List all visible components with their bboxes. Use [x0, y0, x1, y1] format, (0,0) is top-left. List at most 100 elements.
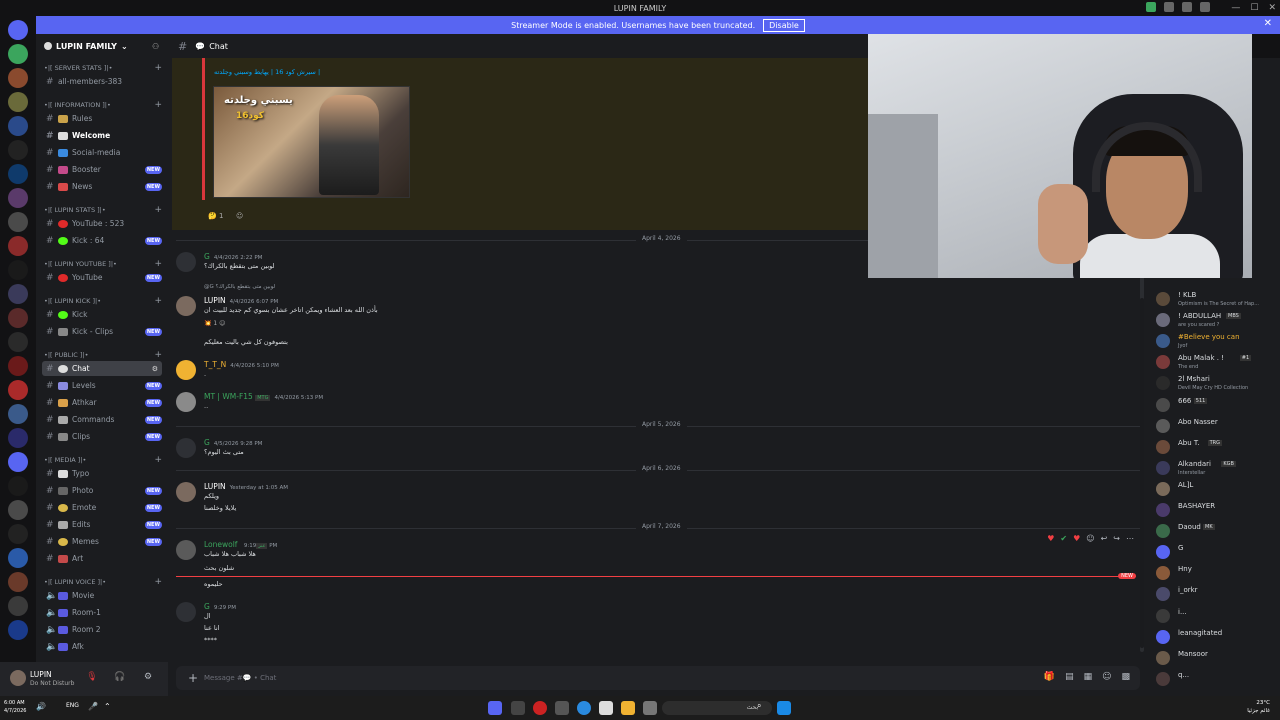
settings-icon[interactable]: ⚙: [142, 672, 154, 684]
disable-streamer-mode-button[interactable]: Disable: [763, 18, 805, 32]
member-item[interactable]: q...: [1156, 670, 1280, 690]
server-icon[interactable]: [8, 428, 28, 448]
reaction-chip[interactable]: 💥 1 ☺: [204, 320, 225, 327]
folder-icon[interactable]: [8, 452, 28, 472]
heart-reaction-icon[interactable]: ♥: [1047, 534, 1054, 543]
mic-icon[interactable]: 🎤: [88, 702, 98, 711]
server-icon[interactable]: [8, 140, 28, 160]
attach-icon[interactable]: +: [188, 671, 198, 685]
mute-icon[interactable]: 🎙: [86, 672, 98, 684]
author-name[interactable]: MT | WM-F15 MTG 4/4/2026 5:13 PM: [204, 392, 323, 401]
channel-photo[interactable]: # Photo NEW: [42, 483, 162, 498]
server-icon[interactable]: [8, 164, 28, 184]
channel-rules[interactable]: # Rules: [42, 111, 162, 126]
language-indicator[interactable]: ENG: [66, 702, 79, 709]
channel-memes[interactable]: # Memes NEW: [42, 534, 162, 549]
download-icon[interactable]: [1182, 2, 1192, 12]
member-item[interactable]: 2l Mshari Devil May Cry HD Collection: [1156, 374, 1280, 394]
headphones-icon[interactable]: 🎧: [114, 672, 126, 684]
member-item[interactable]: i_orkr: [1156, 585, 1280, 605]
file-explorer-icon[interactable]: [621, 701, 635, 715]
voice-channel-room-1[interactable]: 🔈 Room-1: [42, 605, 162, 620]
forward-icon[interactable]: ↪: [1113, 534, 1120, 543]
settings-app-icon[interactable]: [555, 701, 569, 715]
author-name[interactable]: T_T_N 4/4/2026 5:10 PM: [204, 360, 279, 369]
server-header[interactable]: LUPIN FAMILY ⌄ ⚇: [36, 34, 168, 58]
add-channel-icon[interactable]: +: [154, 296, 162, 306]
avatar[interactable]: [176, 602, 196, 622]
chrome-icon[interactable]: [577, 701, 591, 715]
avatar[interactable]: [1156, 334, 1170, 349]
emoji-icon[interactable]: ☺: [1102, 672, 1111, 682]
chevron-up-icon[interactable]: ⌃: [104, 702, 111, 711]
add-channel-icon[interactable]: +: [154, 259, 162, 269]
voice-channel-room-2[interactable]: 🔈 Room 2: [42, 622, 162, 637]
member-item[interactable]: i...: [1156, 607, 1280, 627]
avatar[interactable]: [176, 360, 196, 380]
windows-start-icon[interactable]: [777, 701, 791, 715]
message-input[interactable]: + Message #💬 • Chat 🎁 ▤ ▦ ☺ ▩: [176, 666, 1140, 690]
author-name[interactable]: LUPIN 4/4/2026 6:07 PM: [204, 296, 278, 305]
author-name[interactable]: G 4/5/2026 9:28 PM: [204, 438, 262, 447]
add-reaction-icon[interactable]: ☺: [236, 212, 243, 220]
add-channel-icon[interactable]: +: [154, 350, 162, 360]
author-name[interactable]: G 9:29 PM: [204, 602, 236, 611]
channel-youtube-stats[interactable]: # YouTube : 523: [42, 216, 162, 231]
member-item[interactable]: Daoud MK: [1156, 522, 1280, 542]
avatar[interactable]: [1156, 587, 1170, 602]
taskbar-search[interactable]: بحث: [662, 701, 772, 715]
server-icon[interactable]: [8, 92, 28, 112]
server-icon[interactable]: [8, 404, 28, 424]
avatar[interactable]: [176, 438, 196, 458]
add-reaction-icon[interactable]: ☺: [1086, 534, 1094, 543]
store-icon[interactable]: [599, 701, 613, 715]
avatar[interactable]: [1156, 524, 1170, 539]
reply-preview[interactable]: @G لوبين متى بتقطع بالكراك؟: [204, 284, 275, 290]
channel-youtube[interactable]: # YouTube NEW: [42, 270, 162, 285]
avatar[interactable]: [176, 296, 196, 316]
server-icon[interactable]: [8, 284, 28, 304]
avatar[interactable]: [1156, 460, 1170, 475]
category-lupin-voice[interactable]: •|[ LUPIN VOICE ]|• +: [44, 577, 162, 587]
network-icon[interactable]: 🔊: [36, 702, 46, 711]
channel-levels[interactable]: # Levels NEW: [42, 378, 162, 393]
server-icon[interactable]: [8, 524, 28, 544]
member-item[interactable]: Abo Nasser: [1156, 417, 1280, 437]
category-lupin-stats[interactable]: •|[ LUPIN STATS ]|• +: [44, 205, 162, 215]
add-channel-icon[interactable]: +: [154, 455, 162, 465]
member-item[interactable]: leanagitated: [1156, 628, 1280, 648]
channel-art[interactable]: # Art: [42, 551, 162, 566]
avatar[interactable]: [176, 540, 196, 560]
avatar[interactable]: [1156, 397, 1170, 412]
embed-link[interactable]: سيرش كود 16 | يهايط وسبني وجلدته |: [214, 68, 320, 76]
channel-social-media[interactable]: # Social-media: [42, 145, 162, 160]
server-icon[interactable]: [8, 116, 28, 136]
category-information[interactable]: •|[ INFORMATION ]|• +: [44, 100, 162, 110]
taskbar-weather[interactable]: 23°C غائم جزئيا: [1247, 699, 1270, 715]
add-channel-icon[interactable]: +: [154, 205, 162, 215]
channel-kick[interactable]: # Kick: [42, 307, 162, 322]
gif-icon[interactable]: ▤: [1065, 672, 1074, 682]
server-icon[interactable]: [8, 332, 28, 352]
video-thumbnail[interactable]: يسبني وجلدته كود16: [213, 86, 410, 198]
avatar[interactable]: [1156, 503, 1170, 517]
member-item[interactable]: Abu T. TRG: [1156, 438, 1280, 458]
channel-edits[interactable]: # Edits NEW: [42, 517, 162, 532]
member-item[interactable]: ! KLB Optimism is The Secret of Hap...: [1156, 290, 1280, 310]
channel-emote[interactable]: # Emote NEW: [42, 500, 162, 515]
server-icon[interactable]: [8, 236, 28, 256]
avatar[interactable]: [1156, 481, 1170, 496]
channel-welcome[interactable]: # Welcome: [42, 128, 162, 143]
server-icon[interactable]: [8, 500, 28, 520]
channel-settings-icon[interactable]: ⚙: [152, 365, 158, 373]
server-icon[interactable]: [8, 620, 28, 640]
check-reaction-icon[interactable]: ✔: [1060, 534, 1067, 543]
category-lupin-kick[interactable]: •|[ LUPIN KICK ]|• +: [44, 296, 162, 306]
avatar[interactable]: [1156, 545, 1170, 560]
channel-booster[interactable]: # Booster NEW: [42, 162, 162, 177]
server-icon[interactable]: [8, 548, 28, 568]
avatar[interactable]: [1156, 418, 1170, 433]
reply-icon[interactable]: ↩: [1101, 534, 1108, 543]
avatar[interactable]: [1156, 292, 1170, 306]
vpn-icon[interactable]: [1146, 2, 1156, 12]
